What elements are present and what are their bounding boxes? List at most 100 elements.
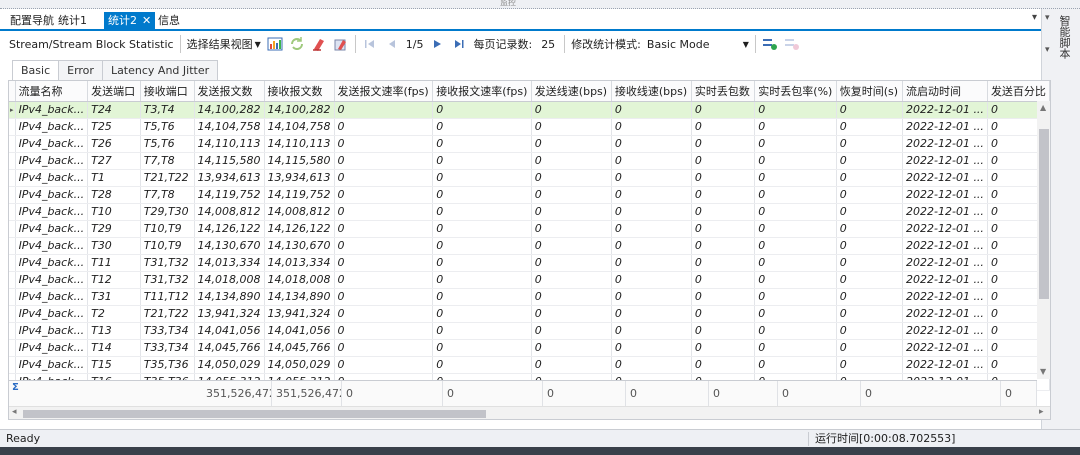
- column-header[interactable]: 发送报文数: [194, 81, 265, 102]
- tab-config-nav[interactable]: 配置导航: [8, 12, 56, 29]
- table-cell: 0: [611, 271, 692, 289]
- table-row[interactable]: IPv4_back... T27 T7,T8 14,115,580 14,115,580…: [9, 152, 1050, 170]
- last-page-icon[interactable]: [450, 35, 468, 53]
- table-cell: 0: [432, 237, 532, 255]
- table-row[interactable]: IPv4_back... T30 T10,T9 14,130,670 14,130,67…: [9, 237, 1050, 255]
- table-row[interactable]: IPv4_back... T10 T29,T30 14,008,812 14,008,8…: [9, 203, 1050, 221]
- panel-menu-icon[interactable]: ▾: [1045, 13, 1050, 23]
- chart-icon[interactable]: [266, 35, 284, 53]
- table-cell: T1: [87, 169, 141, 187]
- table-cell: T26: [87, 135, 141, 153]
- column-header[interactable]: 流量名称: [15, 81, 89, 102]
- first-page-icon[interactable]: [361, 35, 379, 53]
- table-cell: 0: [432, 118, 532, 136]
- scroll-right-icon[interactable]: ▸: [1039, 407, 1044, 417]
- table-cell: IPv4_back...: [15, 203, 89, 221]
- table-cell: 0: [611, 169, 692, 187]
- table-cell: 0: [432, 169, 532, 187]
- active-tab-underline: [0, 29, 1041, 31]
- scroll-left-icon[interactable]: ◂: [12, 407, 17, 417]
- table-cell: 0: [432, 186, 532, 204]
- table-cell: 0: [334, 186, 434, 204]
- records-per-page-input[interactable]: 25: [535, 34, 561, 54]
- tab-list-dropdown-icon[interactable]: ▾: [1032, 12, 1037, 23]
- table-row[interactable]: IPv4_back... T2 T21,T22 13,941,324 13,941,32…: [9, 305, 1050, 323]
- table-cell: IPv4_back...: [15, 169, 89, 187]
- filter-disabled-icon[interactable]: [783, 35, 801, 53]
- table-cell: 2022-12-01 ...: [902, 135, 988, 153]
- table-row[interactable]: IPv4_back... T12 T31,T32 14,018,008 14,018,0…: [9, 271, 1050, 289]
- table-row[interactable]: IPv4_back... T26 T5,T6 14,110,113 14,110,113…: [9, 135, 1050, 153]
- column-header[interactable]: 恢复时间(s): [836, 81, 904, 102]
- table-cell: T28: [87, 186, 141, 204]
- table-cell: 14,013,334: [264, 254, 335, 272]
- refresh-icon[interactable]: [288, 35, 306, 53]
- window-bottom-frame: [0, 447, 1080, 455]
- smart-script-panel-label[interactable]: 智能脚本: [1056, 15, 1071, 59]
- table-row[interactable]: IPv4_back... T25 T5,T6 14,104,758 14,104,758…: [9, 118, 1050, 136]
- close-icon[interactable]: ✕: [142, 14, 151, 27]
- status-text: Ready: [6, 432, 41, 445]
- table-cell: 0: [691, 152, 756, 170]
- table-row[interactable]: IPv4_back... T15 T35,T36 14,050,029 14,050,0…: [9, 356, 1050, 374]
- scroll-up-icon[interactable]: ▲: [1040, 103, 1046, 112]
- summary-cell: 0: [709, 381, 778, 407]
- subtab-latency-jitter[interactable]: Latency And Jitter: [101, 60, 219, 80]
- table-row[interactable]: IPv4_back... T29 T10,T9 14,126,122 14,126,12…: [9, 220, 1050, 238]
- table-cell: IPv4_back...: [15, 135, 89, 153]
- previous-page-icon[interactable]: [383, 35, 401, 53]
- result-view-dropdown[interactable]: 选择结果视图 ▼: [184, 34, 264, 54]
- tab-info[interactable]: 信息: [156, 12, 182, 29]
- column-header[interactable]: 接收端口: [140, 81, 195, 102]
- column-header[interactable]: 接收线速(bps): [611, 81, 692, 102]
- table-cell: 0: [691, 271, 756, 289]
- scroll-down-icon[interactable]: ▼: [1040, 367, 1046, 376]
- table-cell: T24: [87, 101, 141, 119]
- clear-stats-icon[interactable]: [310, 35, 328, 53]
- vertical-scrollbar[interactable]: ▲ ▼: [1037, 101, 1050, 379]
- table-cell: 14,104,758: [264, 118, 335, 136]
- table-row[interactable]: ▸ IPv4_back... T24 T3,T4 14,100,282 14,100,28…: [9, 101, 1050, 119]
- table-cell: 14,050,029: [194, 356, 265, 374]
- stat-mode-dropdown[interactable]: Basic Mode ▼: [644, 34, 752, 54]
- table-cell: 14,104,758: [194, 118, 265, 136]
- table-cell: 0: [836, 118, 904, 136]
- table-cell: T30: [87, 237, 141, 255]
- table-cell: T10,T9: [140, 237, 195, 255]
- horizontal-scroll-thumb[interactable]: [23, 410, 486, 418]
- column-header[interactable]: 流启动时间: [902, 81, 988, 102]
- table-cell: 14,100,282: [264, 101, 335, 119]
- column-header[interactable]: 发送线速(bps): [531, 81, 612, 102]
- table-cell: 2022-12-01 ...: [902, 288, 988, 306]
- clear-all-icon[interactable]: [332, 35, 350, 53]
- table-row[interactable]: IPv4_back... T13 T33,T34 14,041,056 14,041,0…: [9, 322, 1050, 340]
- tab-stat2[interactable]: 统计2 ✕: [104, 12, 156, 29]
- table-row[interactable]: IPv4_back... T11 T31,T32 14,013,334 14,013,3…: [9, 254, 1050, 272]
- next-page-icon[interactable]: [428, 35, 446, 53]
- column-header[interactable]: 发送百分比: [987, 81, 1050, 102]
- subtab-error[interactable]: Error: [58, 60, 103, 80]
- table-cell: 2022-12-01 ...: [902, 339, 988, 357]
- table-row[interactable]: IPv4_back... T14 T33,T34 14,045,766 14,045,7…: [9, 339, 1050, 357]
- tab-stat1[interactable]: 统计1: [56, 12, 89, 29]
- filter-settings-icon[interactable]: [761, 35, 779, 53]
- column-header[interactable]: 实时丢包数: [691, 81, 756, 102]
- table-cell: 14,008,812: [264, 203, 335, 221]
- column-header[interactable]: 发送报文速率(fps): [334, 81, 434, 102]
- chevron-down-icon: ▼: [742, 39, 749, 49]
- subtab-basic[interactable]: Basic: [12, 60, 60, 81]
- table-row[interactable]: IPv4_back... T28 T7,T8 14,119,752 14,119,752…: [9, 186, 1050, 204]
- table-cell: 0: [836, 220, 904, 238]
- panel-collapse-icon[interactable]: ▾: [1045, 45, 1050, 55]
- vertical-scroll-thumb[interactable]: [1039, 129, 1049, 299]
- table-cell: 14,115,580: [264, 152, 335, 170]
- table-cell: 0: [836, 203, 904, 221]
- table-row[interactable]: IPv4_back... T1 T21,T22 13,934,613 13,934,61…: [9, 169, 1050, 187]
- table-cell: 2022-12-01 ...: [902, 152, 988, 170]
- column-header[interactable]: 实时丢包率(%): [754, 81, 837, 102]
- horizontal-scrollbar[interactable]: ◂ ▸: [9, 406, 1050, 419]
- table-row[interactable]: IPv4_back... T31 T11,T12 14,134,890 14,134,8…: [9, 288, 1050, 306]
- column-header[interactable]: 接收报文数: [264, 81, 335, 102]
- column-header[interactable]: 发送端口: [87, 81, 141, 102]
- column-header[interactable]: 接收报文速率(fps): [432, 81, 532, 102]
